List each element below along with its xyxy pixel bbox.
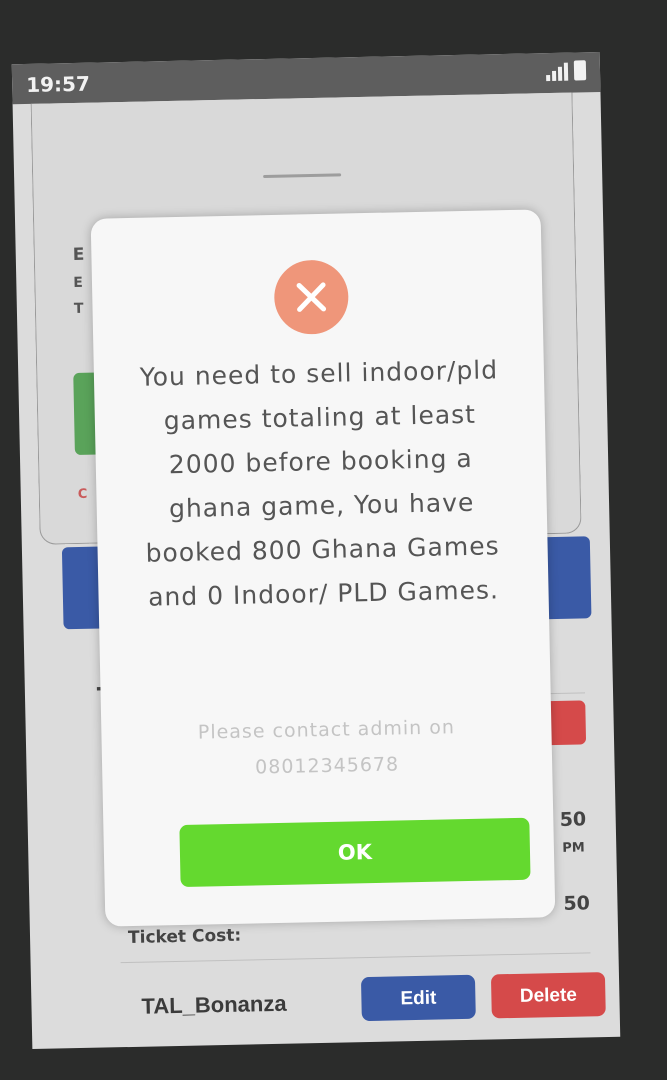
dialog-message: You need to sell indoor/pld games totali…	[139, 355, 500, 612]
sheet-fragment: C	[77, 486, 88, 502]
status-time: 19:57	[25, 71, 91, 97]
delete-button[interactable]: Delete	[490, 972, 606, 1019]
divider	[120, 952, 591, 964]
signal-icon	[546, 62, 569, 82]
ticket-value-fragment: 50	[563, 892, 591, 915]
sheet-fragment: E	[73, 274, 84, 292]
error-dialog: You need to sell indoor/pld games totali…	[90, 209, 556, 927]
ticket-value-fragment: PM	[562, 840, 585, 856]
ticket-title: TAL_Bonanza	[141, 990, 287, 1019]
dialog-note: Please contact admin on 08012345678	[197, 716, 456, 779]
close-x-icon	[273, 259, 350, 335]
list-item: TAL_Bonanza Edit Delete	[129, 972, 610, 1032]
ok-button[interactable]: OK	[179, 817, 531, 888]
battery-icon	[573, 60, 587, 81]
status-icons	[546, 60, 587, 82]
edit-button[interactable]: Edit	[360, 974, 476, 1022]
sheet-fragment: E	[72, 244, 85, 266]
ticket-cost-label: Ticket Cost:	[127, 925, 242, 949]
sheet-fragment: T	[73, 300, 84, 318]
ticket-value-fragment: 50	[559, 808, 587, 831]
sheet-handle[interactable]	[263, 173, 342, 179]
